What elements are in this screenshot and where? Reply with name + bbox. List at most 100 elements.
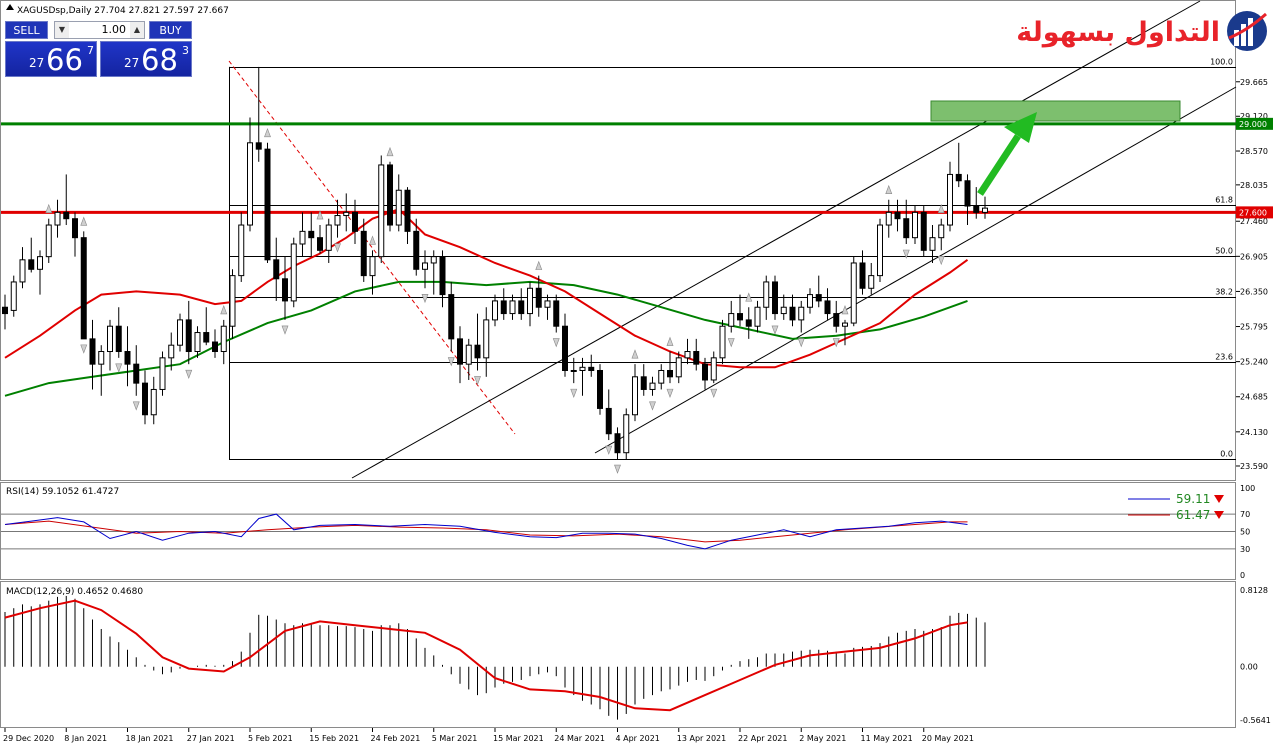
symbol-info: XAGUSDsp,Daily 27.704 27.821 27.597 27.6… [17,6,229,16]
candle [920,206,927,257]
candle-body [815,294,822,302]
macd-label: MACD(12,26,9) 0.4652 0.4680 [6,587,143,597]
lot-size-stepper[interactable]: ▼ 1.00 ▲ [54,21,145,39]
candle-body [842,322,848,327]
time-axis: 29 Dec 2020 8 Jan 2021 18 Jan 2021 27 Jan 2… [3,728,974,743]
candle-body [737,313,743,321]
candle [80,231,87,340]
candle-body [772,281,778,315]
candle-body [667,369,673,378]
fib-level-label: 100.0 [1210,58,1233,67]
candle-body [98,351,105,365]
time-tick-label: 24 Mar 2021 [554,734,605,743]
time-tick-label: 15 Feb 2021 [309,734,359,743]
candle-body [745,319,752,327]
candle [387,161,393,232]
price-marker-label: 27.600 [1239,208,1267,217]
rsi-legend-main-value: 59.11 [1176,492,1210,506]
sell-price-button[interactable]: 27 66 7 [5,41,97,77]
candle [159,351,166,396]
candle-body [220,325,227,353]
candle [10,275,17,317]
fib-level-label: 38.2 [1215,288,1233,297]
candle-body [597,369,603,409]
candle-body [509,300,516,315]
candle-body [570,369,577,372]
time-tick-label: 20 May 2021 [922,734,974,743]
candle-body [72,218,78,239]
buy-price-button[interactable]: 27 68 3 [100,41,192,77]
candle-body [912,211,918,239]
lot-increase-icon[interactable]: ▲ [130,22,144,38]
candle-body [203,332,210,343]
rsi-legend-signal-value: 61.47 [1176,508,1210,522]
candle-body [308,230,315,239]
rsi-tick-label: 70 [1240,510,1250,519]
candle-body [894,211,901,220]
candle-body [282,278,288,302]
candle-body [553,300,560,327]
buy-price-big: 68 [141,43,178,77]
candle [772,275,778,320]
candle-body [150,388,157,416]
candle-body [457,338,463,365]
candle-body [63,211,70,220]
candle-body [614,433,621,454]
candle [378,155,385,263]
macd-tick-label: 0.00 [1240,663,1258,672]
time-tick-label: 8 Jan 2021 [64,734,107,743]
candle-body [334,215,341,226]
candle-body [247,142,253,226]
lot-size-value[interactable]: 1.00 [102,22,127,38]
candle-body [352,211,358,232]
time-tick-label: 11 May 2021 [861,734,913,743]
candle-body [115,325,122,353]
candle-body [10,281,17,311]
candle-body [492,300,498,321]
candle-body [28,259,35,270]
buy-button[interactable]: BUY [149,21,192,39]
time-tick-label: 27 Jan 2021 [187,734,235,743]
time-tick-label: 13 Apr 2021 [677,734,726,743]
candle-body [465,344,472,365]
candle-body [562,325,568,371]
time-tick-label: 18 Jan 2021 [126,734,174,743]
candle-body [754,306,761,327]
candle-body [185,319,192,353]
rsi-tick-label: 100 [1240,484,1255,493]
candle-body [710,357,717,381]
brand-logo-icon [1227,11,1267,51]
candle-body [439,256,446,296]
candle [877,218,883,282]
candle-body [798,306,805,321]
candle-body [238,224,245,277]
candle-body [605,407,612,435]
candle-body [229,275,236,327]
candle-body [299,230,306,245]
sell-button[interactable]: SELL [5,21,48,39]
candle-body [89,338,96,365]
candle-body [474,344,481,359]
sell-price-big: 66 [46,43,83,77]
candle-body [404,189,411,232]
buy-price-prefix: 27 [124,56,140,70]
candle [45,218,52,263]
candle-body [763,281,770,308]
candle-body [369,256,376,277]
chart-canvas: 100.061.850.038.223.60.0 29.66529.12028.… [0,0,1273,743]
candle-body [693,351,700,365]
candle-body [824,300,831,315]
candle-body [483,319,490,359]
candle-body [212,341,218,353]
candle-body [317,237,323,251]
rsi-label: RSI(14) 59.1052 61.4727 [6,487,119,497]
lot-decrease-icon[interactable]: ▼ [55,22,69,38]
candle-body [780,306,787,315]
candle-body [588,366,595,371]
price-tick-label: 23.590 [1240,462,1268,471]
candle-body [535,287,542,308]
candle-body [903,218,910,239]
target-zone-box [930,100,1181,122]
candle-body [973,205,980,213]
buy-price-pip: 3 [182,44,189,57]
